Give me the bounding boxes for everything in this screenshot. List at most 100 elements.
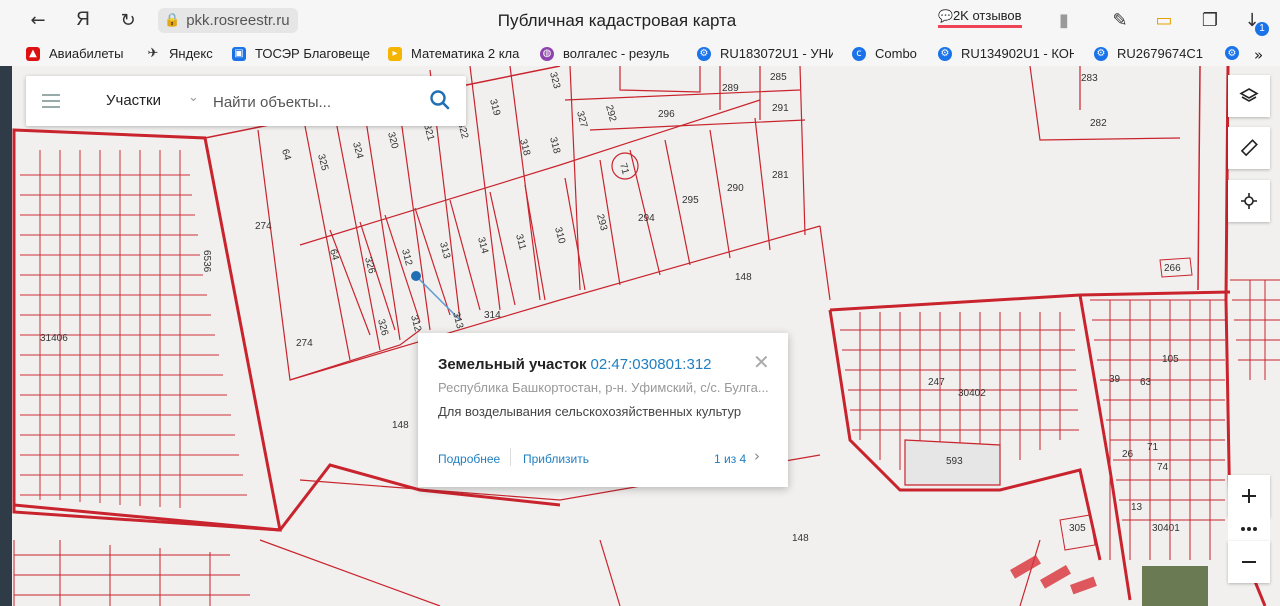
map-label: 71 xyxy=(617,162,631,176)
browser-toolbar: ← Я ↻ 🔒 pkk.rosreestr.ru Публичная кадас… xyxy=(0,0,1280,42)
bookmarks-bar: ▲ Авиабилеты ✈ Яндекс ▣ ТОСЭР Благовеще ▸ Ма… xyxy=(0,42,1280,67)
gear-icon: ⚙ xyxy=(1225,46,1239,60)
map-label: 293 xyxy=(594,213,609,232)
basemap-thumbnail[interactable] xyxy=(1142,566,1208,606)
search-input[interactable] xyxy=(211,88,440,116)
collections-icon[interactable]: ❐ xyxy=(1198,8,1222,32)
map-label: 318 xyxy=(547,136,562,155)
map-label: 295 xyxy=(682,195,699,206)
map-label: 294 xyxy=(638,213,655,224)
map-label: 266 xyxy=(1164,263,1181,274)
window-edge xyxy=(0,66,12,606)
map-label: 319 xyxy=(487,98,502,117)
divider xyxy=(510,448,511,466)
cadastral-number-link[interactable]: 02:47:030801:312 xyxy=(591,356,712,373)
bookmark-item[interactable]: ⚙ RU134902U1 - КОН xyxy=(938,46,1074,61)
map-label: 30402 xyxy=(958,388,986,399)
map-label: 291 xyxy=(772,103,789,114)
map-label: 148 xyxy=(392,420,409,431)
map-label: 148 xyxy=(735,272,752,283)
bookmark-favicon-icon: ▣ xyxy=(232,46,246,61)
battery-icon[interactable]: ▭ xyxy=(1152,8,1176,32)
reviews-label: 2K отзывов xyxy=(952,8,1022,23)
map-label: 282 xyxy=(1090,118,1107,129)
map-label: 39 xyxy=(1109,374,1121,385)
more-bookmarks-icon[interactable]: » xyxy=(1254,46,1263,64)
parcel-address: Республика Башкортостан, р-н. Уфимский, … xyxy=(438,380,769,395)
map-label: 274 xyxy=(255,221,272,232)
extension-icon[interactable]: ✎ xyxy=(1108,8,1132,32)
bookmark-favicon-icon: ▲ xyxy=(26,46,40,61)
bookmark-item[interactable]: ▸ Математика 2 кла xyxy=(388,46,523,61)
map-label: 31406 xyxy=(40,333,68,344)
map-label: 313 xyxy=(450,311,465,330)
zoom-out-button[interactable] xyxy=(1228,541,1270,583)
bookmark-item[interactable]: ▣ ТОСЭР Благовеще xyxy=(232,46,370,61)
chevron-down-icon[interactable]: ⌄ xyxy=(188,90,199,105)
bookmark-favicon-icon: ▸ xyxy=(388,46,402,61)
map-label: 320 xyxy=(385,131,400,150)
reviews-button[interactable]: 💬2K отзывов xyxy=(938,8,1022,28)
map-label: 313 xyxy=(437,241,452,260)
map-label: 64 xyxy=(279,148,293,162)
comment-icon: 💬 xyxy=(938,9,953,23)
locate-button[interactable] xyxy=(1228,180,1270,222)
zoom-to-link[interactable]: Приблизить xyxy=(523,452,589,466)
ruler-icon xyxy=(1240,139,1258,157)
map-label: 281 xyxy=(772,170,789,181)
map-label: 311 xyxy=(513,233,528,252)
map-label: 290 xyxy=(727,183,744,194)
search-icon[interactable] xyxy=(428,88,452,112)
map-label: 26 xyxy=(1122,449,1134,460)
selected-parcel-marker xyxy=(411,271,421,281)
map-label: 274 xyxy=(296,338,313,349)
menu-icon[interactable] xyxy=(42,94,60,108)
zoom-in-button[interactable] xyxy=(1228,475,1270,517)
more-button[interactable] xyxy=(1228,517,1270,541)
bookmark-item[interactable]: c Combo xyxy=(852,46,924,61)
bookmark-item[interactable]: ◍ волгалес - резуль xyxy=(540,46,680,61)
map-label: 30401 xyxy=(1152,523,1180,534)
bookmark-item[interactable]: ⚙ xyxy=(1225,46,1245,60)
map-label: 247 xyxy=(928,377,945,388)
plane-icon: ✈ xyxy=(147,46,159,61)
layers-icon xyxy=(1239,88,1259,102)
map-label: 296 xyxy=(658,109,675,120)
map-label: 71 xyxy=(1147,442,1159,453)
map-label: 593 xyxy=(946,456,963,467)
popup-title: Земельный участок 02:47:030801:312 xyxy=(438,356,712,373)
map-label: 6536 xyxy=(201,250,212,273)
map-label: 324 xyxy=(350,141,365,160)
map-label: 323 xyxy=(547,71,562,90)
bookmark-icon[interactable]: ▮ xyxy=(1052,8,1076,32)
map-label: 63 xyxy=(1140,377,1152,388)
bookmark-item[interactable]: ▲ Авиабилеты xyxy=(26,46,136,61)
map-label: 105 xyxy=(1162,354,1179,365)
map-label: 292 xyxy=(603,104,618,123)
map-label: 305 xyxy=(1069,523,1086,534)
map-label: 289 xyxy=(722,83,739,94)
bookmark-favicon-icon: ◍ xyxy=(540,46,554,61)
close-icon[interactable]: ✕ xyxy=(753,350,770,374)
parcel-usage: Для возделывания сельскохозяйственных ку… xyxy=(438,404,742,419)
map-label: 285 xyxy=(770,72,787,83)
more-details-link[interactable]: Подробнее xyxy=(438,452,500,466)
gear-icon: ⚙ xyxy=(697,46,711,61)
parcel-info-popup: Земельный участок 02:47:030801:312 ✕ Респ… xyxy=(418,333,788,487)
bookmark-item[interactable]: ⚙ RU183072U1 - УНИ xyxy=(697,46,833,61)
map-label: 148 xyxy=(792,533,809,544)
chevron-right-icon[interactable]: › xyxy=(754,447,760,465)
layers-button[interactable] xyxy=(1228,75,1270,117)
map-label: 13 xyxy=(1131,502,1143,513)
map-label: 312 xyxy=(408,314,423,333)
ruler-button[interactable] xyxy=(1228,127,1270,169)
category-select[interactable]: Участки xyxy=(106,92,161,109)
search-panel: Участки ⌄ xyxy=(26,76,466,126)
bookmark-item[interactable]: ⚙ RU2679674C1 xyxy=(1094,46,1206,61)
map-label: 314 xyxy=(484,310,501,321)
map-label: 314 xyxy=(475,236,490,255)
map-label: 310 xyxy=(552,226,567,245)
map-label: 327 xyxy=(574,110,589,129)
map-label: 283 xyxy=(1081,73,1098,84)
bookmark-item[interactable]: ✈ Яндекс xyxy=(146,46,221,61)
